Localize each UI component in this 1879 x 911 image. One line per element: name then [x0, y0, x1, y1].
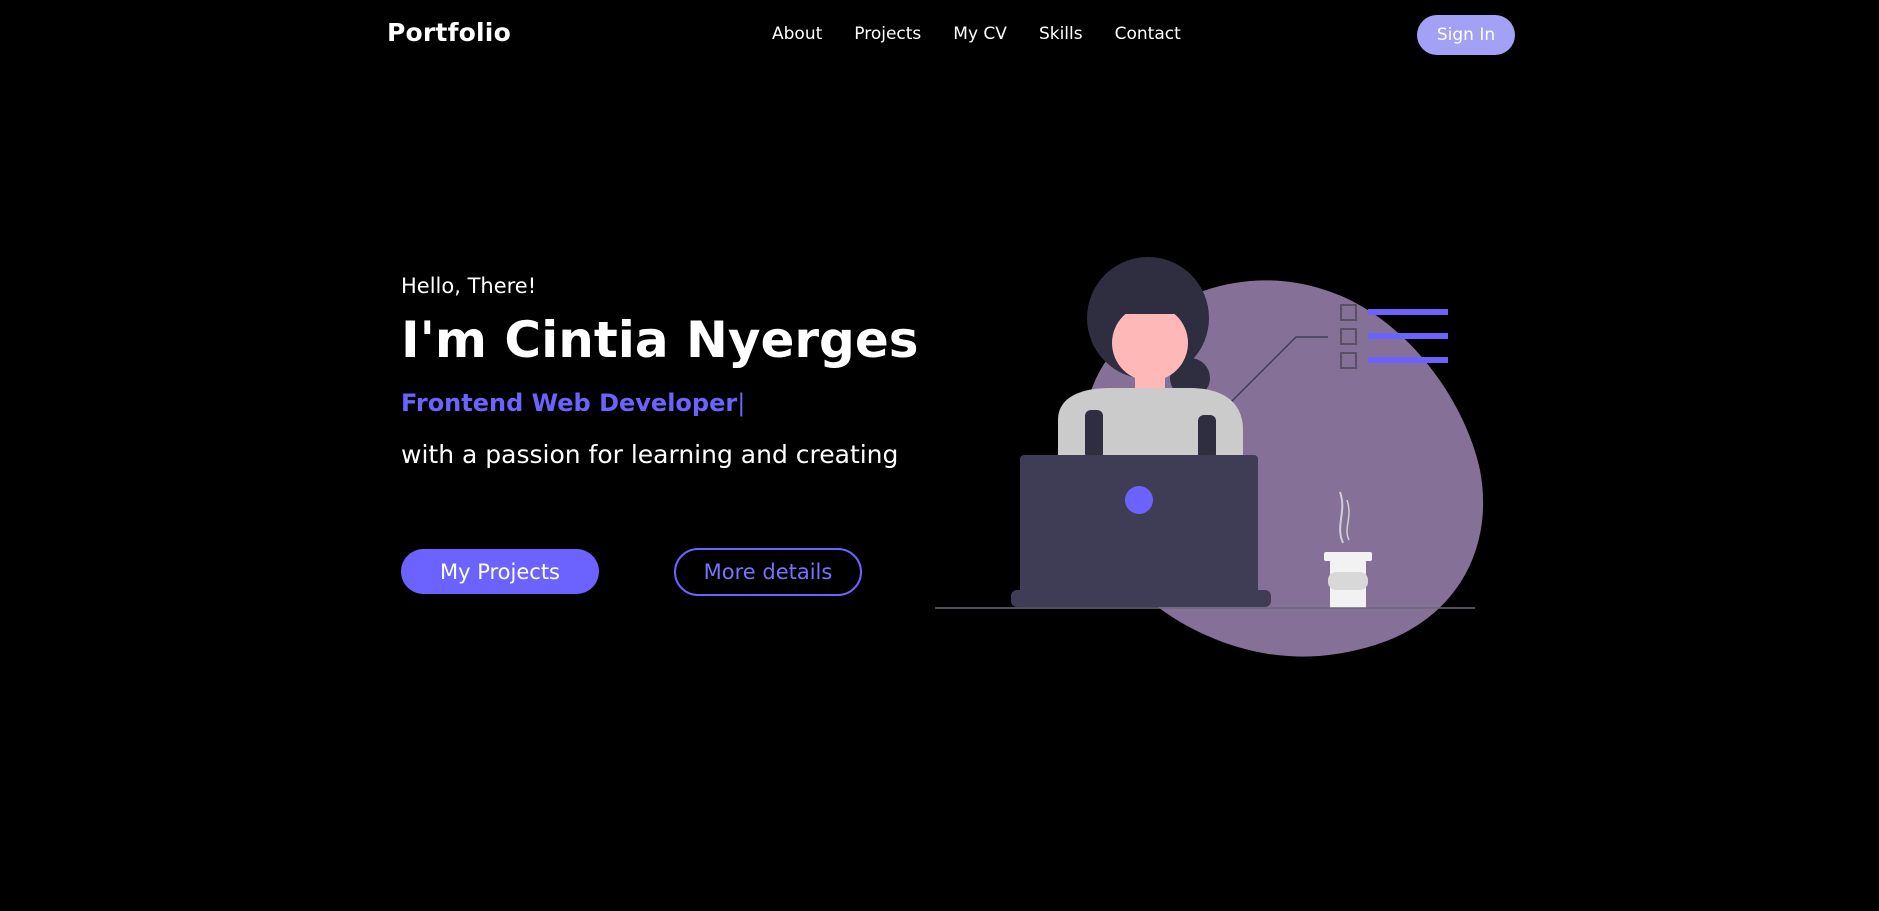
- nav-link-projects[interactable]: Projects: [854, 24, 921, 44]
- backpack-strap-right: [1198, 415, 1216, 460]
- woman-at-laptop-illustration: [935, 250, 1535, 670]
- hero-role-text: Frontend Web Developer: [401, 389, 738, 417]
- backpack-strap-left: [1085, 410, 1103, 460]
- nav-link-about[interactable]: About: [772, 24, 822, 44]
- cup-lid: [1324, 552, 1372, 561]
- hero-section: Hello, There! I'm Cintia Nyerges Fronten…: [401, 270, 921, 472]
- cup-sleeve: [1328, 572, 1368, 590]
- hero-title: I'm Cintia Nyerges: [401, 311, 919, 369]
- laptop-base: [1011, 590, 1271, 607]
- nav-links: About Projects My CV Skills Contact: [772, 24, 1181, 44]
- brand-logo[interactable]: Portfolio: [387, 18, 511, 47]
- nav-link-skills[interactable]: Skills: [1039, 24, 1083, 44]
- sign-in-button[interactable]: Sign In: [1417, 15, 1515, 55]
- typing-cursor: |: [737, 389, 746, 417]
- hero-greeting: Hello, There!: [401, 274, 537, 298]
- my-projects-button[interactable]: My Projects: [401, 549, 599, 594]
- nav-link-my-cv[interactable]: My CV: [953, 24, 1007, 44]
- hero-role: Frontend Web Developer|: [401, 386, 921, 420]
- nav-link-contact[interactable]: Contact: [1115, 24, 1181, 44]
- laptop-screen: [1020, 455, 1258, 605]
- laptop-logo: [1125, 486, 1153, 514]
- top-navbar: Portfolio About Projects My CV Skills Co…: [0, 0, 1879, 70]
- hero-tagline: with a passion for learning and creating: [401, 440, 899, 469]
- face: [1112, 305, 1188, 381]
- hero-illustration-svg: [935, 257, 1484, 657]
- more-details-button[interactable]: More details: [674, 548, 862, 596]
